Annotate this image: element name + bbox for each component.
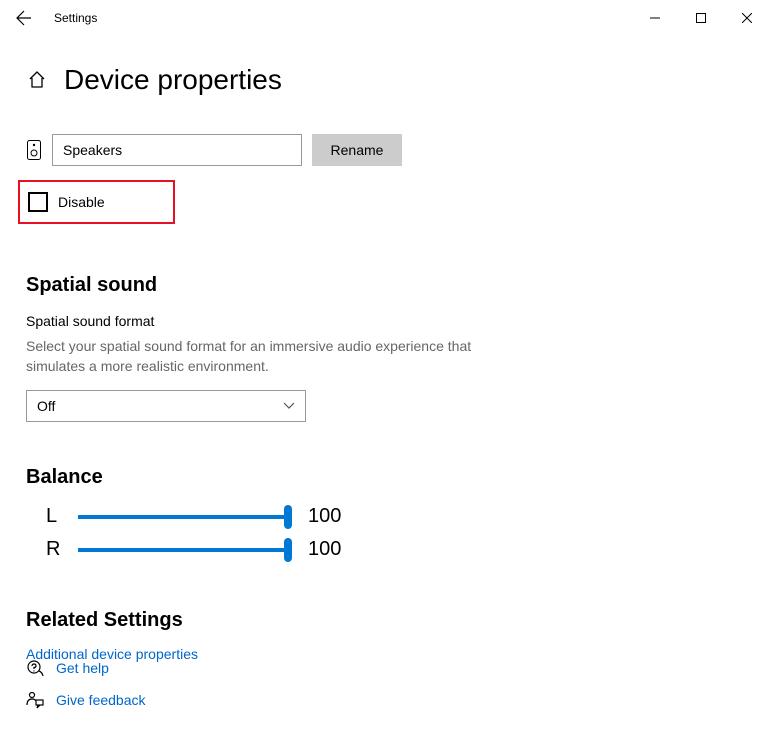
balance-right-value: 100 [308, 538, 341, 561]
balance-left-slider[interactable] [78, 515, 288, 519]
window-controls [632, 2, 770, 34]
help-icon [26, 659, 44, 677]
maximize-button[interactable] [678, 2, 724, 34]
slider-thumb [284, 538, 292, 562]
close-button[interactable] [724, 2, 770, 34]
balance-right-row: R 100 [26, 538, 744, 561]
close-icon [742, 13, 752, 23]
page-header: Device properties [26, 64, 744, 96]
minimize-button[interactable] [632, 2, 678, 34]
disable-checkbox[interactable] [28, 192, 48, 212]
get-help-row[interactable]: Get help [26, 659, 146, 677]
spatial-help-text: Select your spatial sound format for an … [26, 337, 526, 376]
back-button[interactable] [10, 4, 38, 32]
balance-left-label: L [46, 505, 62, 528]
disable-label: Disable [58, 194, 105, 210]
balance-left-row: L 100 [26, 505, 744, 528]
give-feedback-link: Give feedback [56, 692, 146, 708]
device-name-input[interactable] [52, 134, 302, 166]
related-settings-heading: Related Settings [26, 609, 744, 632]
device-name-row: Rename [26, 134, 744, 166]
spatial-sound-heading: Spatial sound [26, 274, 744, 297]
dropdown-value: Off [37, 398, 55, 414]
give-feedback-row[interactable]: Give feedback [26, 691, 146, 709]
page-title: Device properties [64, 64, 282, 96]
balance-right-label: R [46, 538, 62, 561]
help-section: Get help Give feedback [26, 659, 146, 723]
get-help-link: Get help [56, 660, 109, 676]
balance-left-value: 100 [308, 505, 341, 528]
app-title: Settings [54, 11, 97, 25]
spatial-format-dropdown[interactable]: Off [26, 390, 306, 422]
maximize-icon [696, 13, 706, 23]
speaker-icon [26, 139, 42, 161]
arrow-left-icon [16, 10, 32, 26]
titlebar: Settings [0, 0, 770, 36]
minimize-icon [650, 13, 660, 23]
spatial-format-label: Spatial sound format [26, 313, 744, 329]
feedback-icon [26, 691, 44, 709]
titlebar-left: Settings [10, 4, 97, 32]
home-icon[interactable] [26, 69, 48, 91]
chevron-down-icon [283, 402, 295, 410]
content: Device properties Rename Disable Spatial… [0, 36, 770, 662]
slider-thumb [284, 505, 292, 529]
disable-checkbox-highlight: Disable [18, 180, 175, 224]
rename-button[interactable]: Rename [312, 134, 402, 166]
balance-heading: Balance [26, 466, 744, 489]
balance-right-slider[interactable] [78, 548, 288, 552]
